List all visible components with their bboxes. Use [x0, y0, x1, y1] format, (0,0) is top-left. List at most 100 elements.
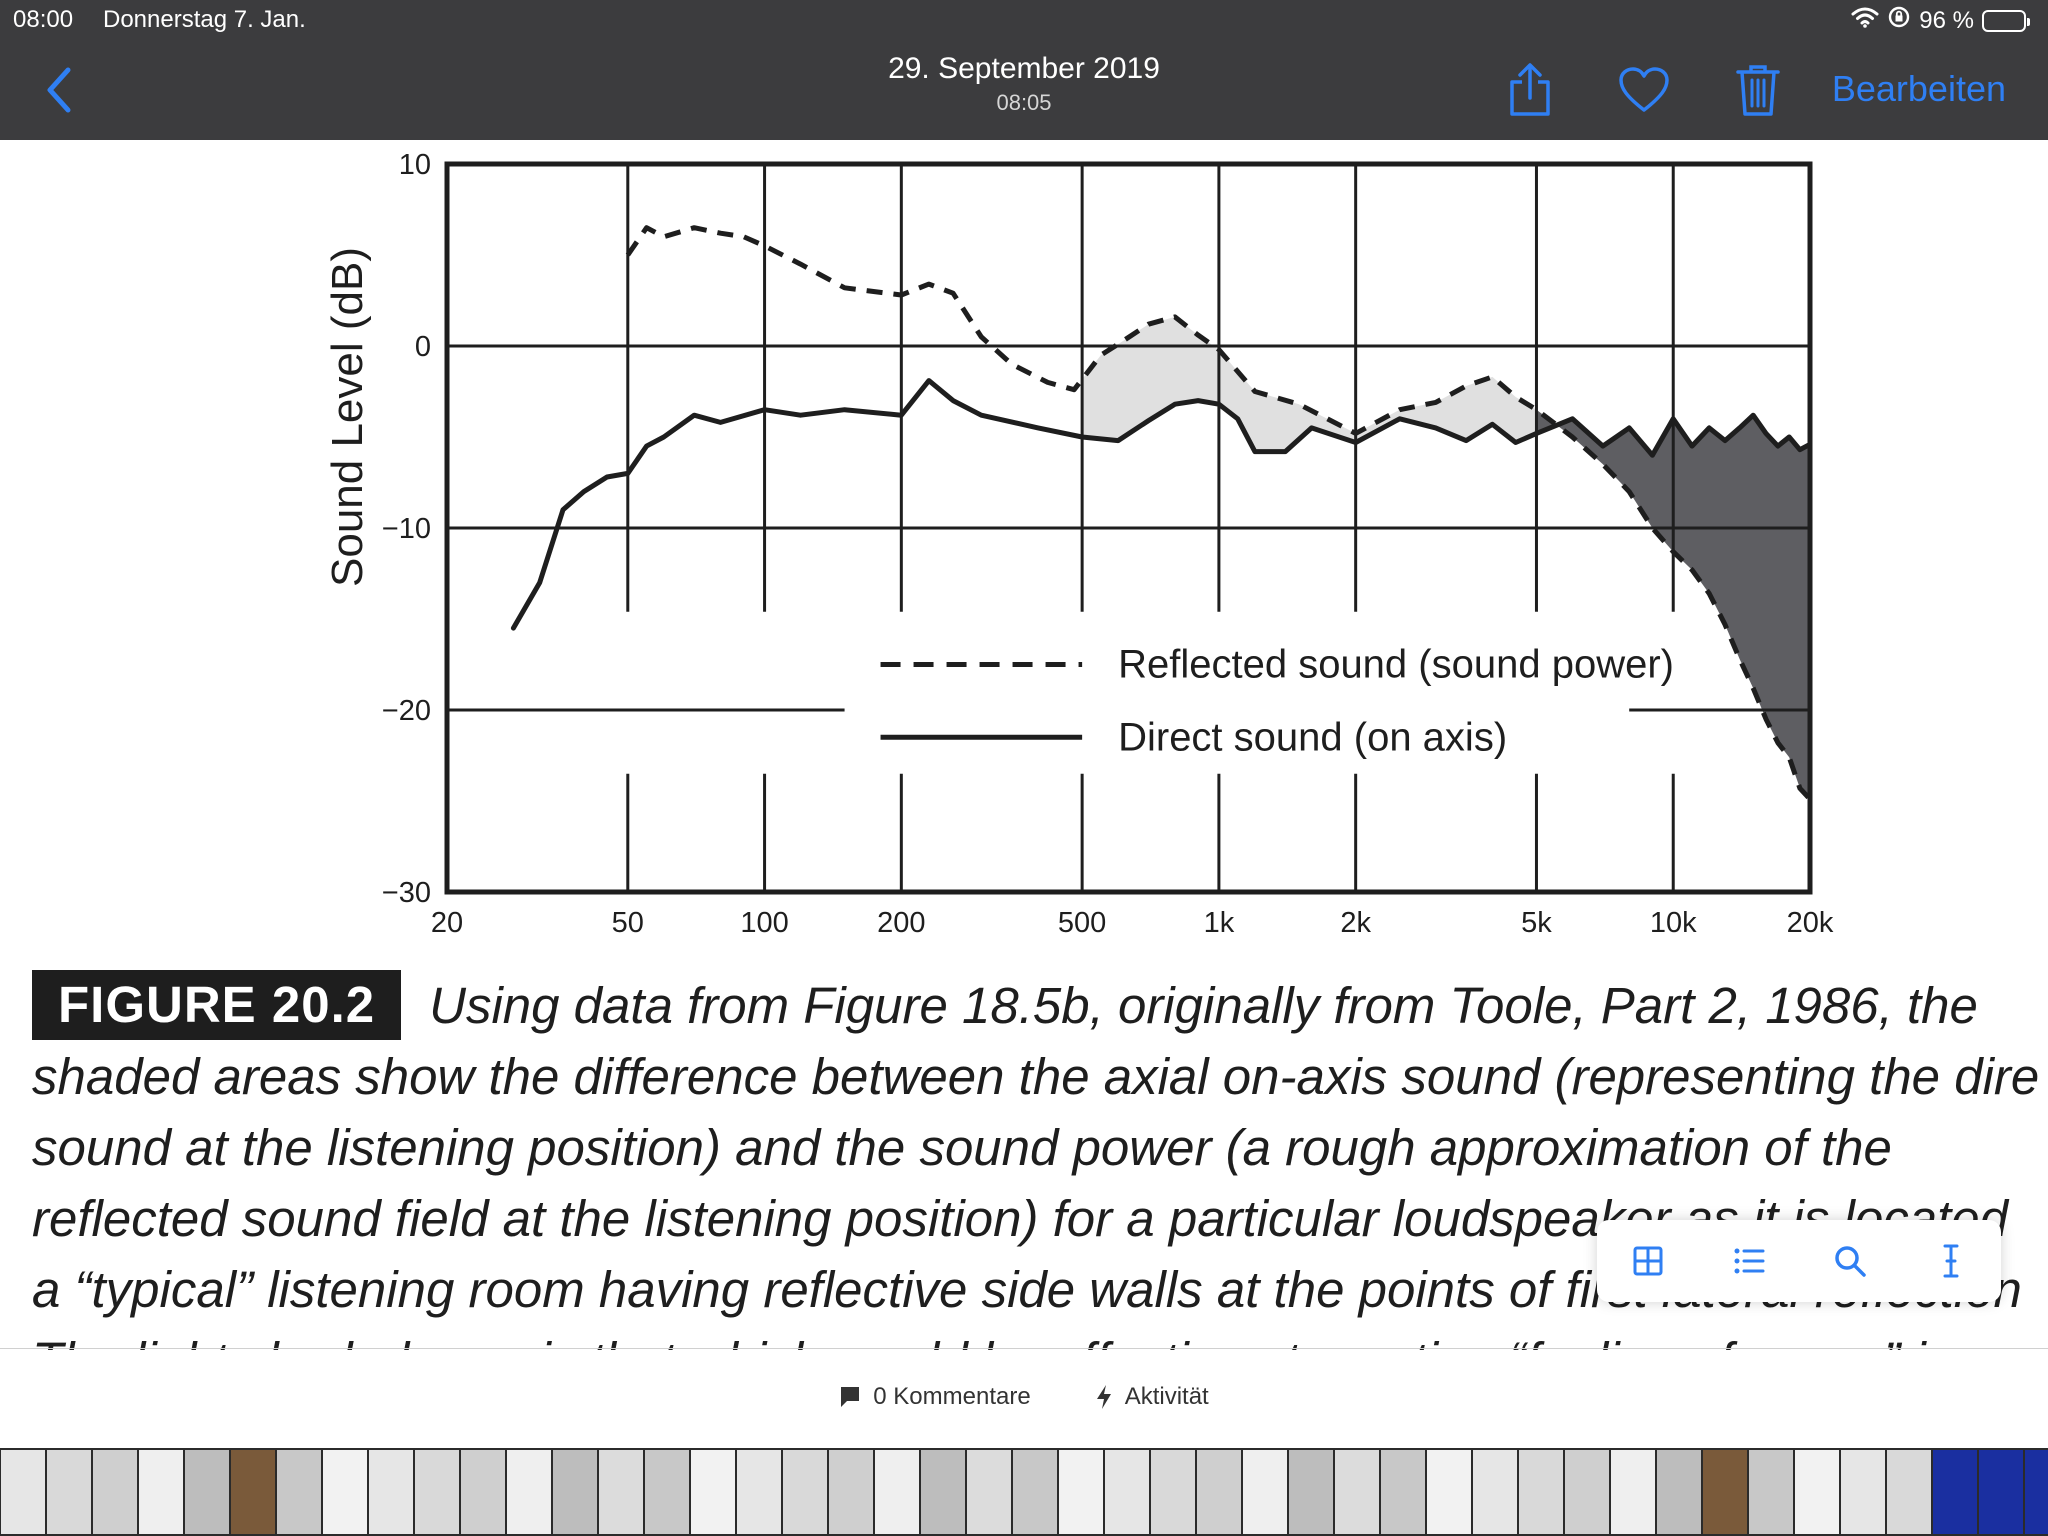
- x-tick-label-5k: 5k: [1521, 907, 1552, 939]
- thumbnail[interactable]: [599, 1450, 643, 1534]
- thumbnail-strip[interactable]: [0, 1448, 2048, 1536]
- thumbnail[interactable]: [1657, 1450, 1701, 1534]
- trash-icon: [1736, 65, 1780, 116]
- thumbnail[interactable]: [1013, 1450, 1057, 1534]
- grid-icon: [1633, 1246, 1662, 1276]
- favorite-button[interactable]: [1614, 60, 1674, 120]
- thumbnail[interactable]: [139, 1450, 183, 1534]
- x-tick-label-100: 100: [740, 907, 788, 939]
- thumbnail[interactable]: [875, 1450, 919, 1534]
- thumbnail[interactable]: [369, 1450, 413, 1534]
- thumbnail[interactable]: [737, 1450, 781, 1534]
- activity-label: Aktivität: [1124, 1383, 1209, 1410]
- x-tick-label-20: 20: [431, 907, 463, 939]
- thumbnail[interactable]: [921, 1450, 965, 1534]
- comment-icon: [841, 1387, 860, 1407]
- battery-percent: 96 %: [1919, 6, 1974, 34]
- share-icon: [1510, 63, 1550, 116]
- thumbnail[interactable]: [415, 1450, 459, 1534]
- thumbnail[interactable]: [277, 1450, 321, 1534]
- thumbnail[interactable]: [1059, 1450, 1103, 1534]
- y-tick-label-3: −20: [382, 695, 431, 727]
- thumbnail[interactable]: [1841, 1450, 1885, 1534]
- thumbnail[interactable]: [507, 1450, 551, 1534]
- status-time: 08:00: [13, 6, 74, 33]
- share-button[interactable]: [1500, 60, 1560, 120]
- figure-label: FIGURE 20.2: [32, 970, 402, 1040]
- text-cursor-icon: [1943, 1244, 1958, 1278]
- thumbnail[interactable]: [1197, 1450, 1241, 1534]
- thumbnail[interactable]: [1979, 1450, 2023, 1534]
- thumbnail[interactable]: [1519, 1450, 1563, 1534]
- thumbnail[interactable]: [1473, 1450, 1517, 1534]
- caption-line-3: sound at the listening position) and the…: [32, 1119, 1892, 1176]
- thumbnail[interactable]: [553, 1450, 597, 1534]
- thumbnail[interactable]: [1611, 1450, 1655, 1534]
- thumbnail[interactable]: [1887, 1450, 1931, 1534]
- thumbnail[interactable]: [1289, 1450, 1333, 1534]
- x-tick-label-20k: 20k: [1787, 907, 1834, 939]
- legend-label-reflected: Reflected sound (sound power): [1118, 643, 1674, 687]
- status-bar: 08:00 Donnerstag 7. Jan. 96 %: [0, 0, 2048, 40]
- thumbnail[interactable]: [1703, 1450, 1747, 1534]
- thumbnail[interactable]: [1565, 1450, 1609, 1534]
- heart-icon: [1619, 67, 1669, 112]
- comments-label: 0 Kommentare: [873, 1383, 1031, 1410]
- caption-line-1: FIGURE 20.2 Using data from Figure 18.5b,…: [32, 970, 2048, 1041]
- thumbnail[interactable]: [93, 1450, 137, 1534]
- wifi-icon: [1851, 6, 1879, 35]
- sound-level-chart: 20 50 100 200 500 1k 2k 5k 10k 20k100−10−20−30 Re…: [323, 149, 1834, 939]
- thumbnail[interactable]: [967, 1450, 1011, 1534]
- footer-bar: 0 Kommentare Aktivität: [0, 1350, 2048, 1444]
- thumbnail[interactable]: [323, 1450, 367, 1534]
- thumbnail[interactable]: [783, 1450, 827, 1534]
- list-icon: [1734, 1248, 1764, 1274]
- edit-button[interactable]: Bearbeiten: [1832, 68, 2006, 110]
- text-select-button[interactable]: [1921, 1231, 1981, 1291]
- y-tick-label-1: 0: [415, 331, 431, 363]
- thumbnail[interactable]: [691, 1450, 735, 1534]
- list-button[interactable]: [1719, 1231, 1779, 1291]
- caption-line-1-text: Using data from Figure 18.5b, originally…: [429, 977, 1978, 1034]
- live-text-toolbar: [1597, 1220, 2001, 1302]
- x-tick-label-2k: 2k: [1340, 907, 1371, 939]
- thumbnail[interactable]: [1151, 1450, 1195, 1534]
- figure-chart: 20 50 100 200 500 1k 2k 5k 10k 20k 10 0 −10 −20 −30 Re…: [0, 140, 2048, 940]
- thumbnail[interactable]: [1335, 1450, 1379, 1534]
- x-tick-label-50: 50: [612, 907, 644, 939]
- direct-sound-line: [510, 378, 1813, 631]
- thumbnail[interactable]: [1105, 1450, 1149, 1534]
- delete-button[interactable]: [1728, 60, 1788, 120]
- search-button[interactable]: [1820, 1231, 1880, 1291]
- thumbnail[interactable]: [2025, 1450, 2048, 1534]
- nav-bar: 29. September 2019 08:05 Bearbeiten: [0, 40, 2048, 140]
- thumbnail[interactable]: [1933, 1450, 1977, 1534]
- x-tick-label-500: 500: [1058, 907, 1106, 939]
- battery-icon: [1982, 9, 2030, 32]
- thumbnail[interactable]: [1, 1450, 45, 1534]
- thumbnail[interactable]: [47, 1450, 91, 1534]
- x-tick-label-10k: 10k: [1650, 907, 1697, 939]
- thumbnail[interactable]: [231, 1450, 275, 1534]
- grid-button[interactable]: [1618, 1231, 1678, 1291]
- thumbnail[interactable]: [185, 1450, 229, 1534]
- search-icon: [1834, 1246, 1866, 1277]
- thumbnail[interactable]: [1243, 1450, 1287, 1534]
- caption-line-6: The light shaded area is that which woul…: [32, 1325, 2048, 1350]
- thumbnail[interactable]: [1381, 1450, 1425, 1534]
- thumbnail[interactable]: [461, 1450, 505, 1534]
- x-tick-label-1k: 1k: [1204, 907, 1235, 939]
- y-tick-label-0: 10: [399, 149, 431, 181]
- comments-button[interactable]: 0 Kommentare: [839, 1383, 1031, 1411]
- activity-button[interactable]: Aktivität: [1095, 1383, 1209, 1411]
- lightning-icon: [1096, 1385, 1111, 1409]
- thumbnail[interactable]: [1749, 1450, 1793, 1534]
- y-axis-label: Sound Level (dB): [323, 247, 372, 587]
- footer-divider: [0, 1348, 2048, 1349]
- thumbnail[interactable]: [829, 1450, 873, 1534]
- thumbnail[interactable]: [645, 1450, 689, 1534]
- thumbnail[interactable]: [1427, 1450, 1471, 1534]
- x-tick-label-200: 200: [877, 907, 925, 939]
- thumbnail[interactable]: [1795, 1450, 1839, 1534]
- caption-line-2: shaded areas show the difference between…: [32, 1048, 2040, 1105]
